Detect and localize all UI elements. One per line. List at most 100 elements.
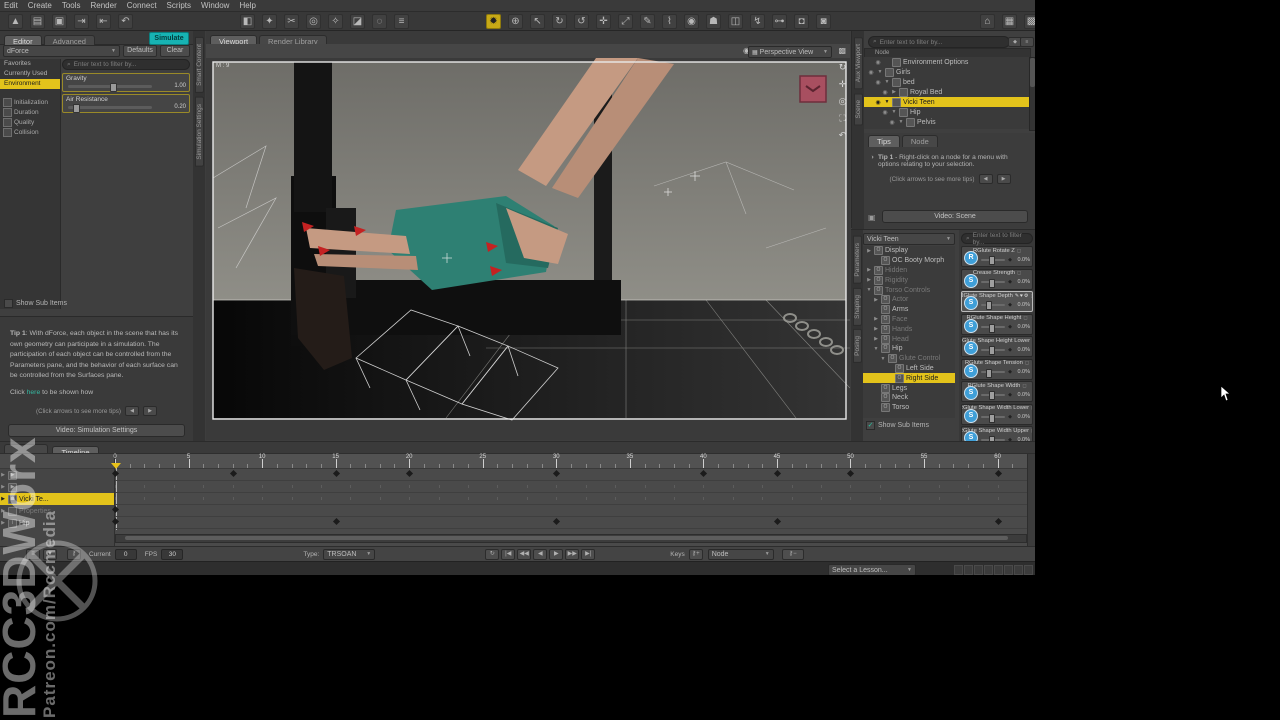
param-group-row[interactable]: O Arms bbox=[863, 305, 955, 315]
sim-subgroup-item[interactable]: Quality bbox=[0, 117, 60, 127]
toolbar-icon[interactable]: ▩ bbox=[1024, 13, 1035, 29]
toolbar-icon[interactable]: ◉ bbox=[684, 13, 699, 29]
key-icon[interactable]: ⚷ bbox=[67, 548, 81, 560]
lock-icon[interactable]: ◻ bbox=[1031, 293, 1033, 299]
keyframe-marker[interactable] bbox=[847, 469, 855, 478]
step-back-icon[interactable]: ◀ bbox=[533, 548, 548, 560]
keyframe-marker[interactable] bbox=[406, 469, 414, 478]
scene-node-row[interactable]: ◉ ▶ Royal Bed bbox=[864, 87, 1031, 97]
keyframe-marker[interactable] bbox=[332, 517, 340, 526]
expand-arrow-icon[interactable]: ▶ bbox=[866, 248, 872, 254]
toolbar-icon[interactable]: ✦ bbox=[262, 13, 277, 29]
menu-item[interactable]: Connect bbox=[127, 1, 157, 10]
toolbar-icon[interactable]: ◎ bbox=[306, 13, 321, 29]
viewport-nav-icon[interactable]: ✛ bbox=[839, 79, 847, 90]
viewport-nav-icon[interactable]: ↶ bbox=[839, 130, 847, 141]
param-group-row[interactable]: ▶ O Hands bbox=[863, 324, 955, 334]
range-dropdown-icon[interactable]: ▼ bbox=[43, 548, 57, 560]
menu-item[interactable]: Scripts bbox=[167, 1, 191, 10]
preset-dropdown[interactable]: dForce ▼ bbox=[3, 45, 120, 57]
param-group-row[interactable]: O Legs bbox=[863, 383, 955, 393]
menu-item[interactable]: Tools bbox=[62, 1, 81, 10]
slider-track[interactable] bbox=[981, 256, 1006, 265]
param-group-row[interactable]: ▶ O Display bbox=[863, 246, 955, 256]
toolbar-icon[interactable]: ▣ bbox=[52, 13, 67, 29]
keyframe-marker[interactable] bbox=[994, 469, 1002, 478]
keyframe-marker[interactable] bbox=[553, 469, 561, 478]
toolbar-icon[interactable]: ↶ bbox=[118, 13, 133, 29]
show-sub-items-toggle[interactable]: Show Sub Items bbox=[4, 299, 67, 308]
fps-field[interactable]: 30 bbox=[161, 548, 184, 560]
expand-arrow-icon[interactable]: ▶ bbox=[866, 267, 872, 273]
slider-handle[interactable] bbox=[109, 83, 117, 92]
expand-arrow-icon[interactable]: ▶ bbox=[873, 316, 879, 322]
slider-handle[interactable] bbox=[985, 301, 992, 310]
scene-node-row[interactable]: ◉ ▼ Girls bbox=[864, 67, 1031, 77]
keyframe-marker[interactable] bbox=[553, 517, 561, 526]
param-group-row[interactable]: ▼ O Glute Control bbox=[863, 354, 955, 364]
visibility-eye-icon[interactable]: ◉ bbox=[874, 59, 882, 66]
params-search-input[interactable]: ⌕ Enter text to filter by... bbox=[961, 232, 1033, 246]
toolbar-icon[interactable]: ◫ bbox=[728, 13, 743, 29]
parameter-slider[interactable]: RGlute Rotate Z ✎♥⚙ ◻ R ◆ 0.0% bbox=[961, 246, 1033, 267]
param-value[interactable]: 0.0% bbox=[1012, 279, 1030, 285]
timeline-menu-icon[interactable]: ≡ bbox=[26, 548, 40, 560]
param-group-row[interactable]: O Right Side bbox=[863, 373, 955, 384]
favorite-heart-icon[interactable]: ♥ bbox=[1020, 293, 1023, 299]
go-to-start-icon[interactable]: |◀ bbox=[501, 548, 516, 560]
param-group-row[interactable]: ▶ O Face bbox=[863, 314, 955, 325]
toolbar-icon[interactable]: ✎ bbox=[640, 13, 655, 29]
menu-item[interactable]: Window bbox=[201, 1, 229, 10]
expand-arrow-icon[interactable]: ▶ bbox=[0, 496, 6, 502]
timeline-track[interactable] bbox=[111, 516, 1027, 529]
visibility-eye-icon[interactable]: ◉ bbox=[881, 89, 889, 96]
dock-side-tab[interactable]: Scene bbox=[853, 93, 863, 126]
lock-icon[interactable]: ◻ bbox=[1017, 270, 1021, 276]
toolbar-icon[interactable]: ◙ bbox=[816, 13, 831, 29]
slider-handle[interactable] bbox=[72, 104, 80, 113]
current-frame-field[interactable]: 0 bbox=[114, 548, 137, 560]
parameter-slider[interactable]: RGlute Shape Width Lower ✎♥⚙ ◻ S ◆ 0.0% bbox=[961, 403, 1033, 425]
param-group-row[interactable]: ▶ O Rigidity bbox=[863, 275, 955, 285]
expand-arrow-icon[interactable]: ▶ bbox=[0, 484, 6, 490]
param-value[interactable]: 0.0% bbox=[1012, 324, 1030, 330]
keyframe-marker[interactable] bbox=[700, 469, 708, 478]
param-group-row[interactable]: ▶ O Hidden bbox=[863, 265, 955, 276]
video-scene-button[interactable]: Video: Scene bbox=[882, 210, 1028, 223]
lesson-dropdown[interactable]: Select a Lesson... ▼ bbox=[828, 564, 916, 575]
expand-arrow-icon[interactable]: ▼ bbox=[884, 79, 890, 85]
toolbar-icon[interactable]: ⇥ bbox=[74, 13, 89, 29]
toolbar-icon[interactable]: ≡ bbox=[394, 13, 409, 29]
slider-track[interactable] bbox=[981, 413, 1006, 423]
expand-arrow-icon[interactable]: ▶ bbox=[0, 472, 6, 478]
expand-arrow-icon[interactable]: ▶ bbox=[0, 520, 6, 526]
keyframe-marker[interactable] bbox=[773, 469, 781, 478]
expand-arrow-icon[interactable]: ▼ bbox=[891, 109, 897, 115]
dock-side-tab[interactable]: Aux Viewport bbox=[853, 37, 863, 90]
expand-arrow-icon[interactable]: ▼ bbox=[880, 356, 886, 362]
toolbar-icon[interactable]: ✂ bbox=[284, 13, 299, 29]
next-tip-button[interactable]: ▶ bbox=[996, 174, 1011, 184]
toolbar-icon[interactable]: ◪ bbox=[350, 13, 365, 29]
timeline-tree-row[interactable]: ▶ Properties bbox=[0, 505, 114, 517]
add-key-icon[interactable]: ⚷+ bbox=[688, 548, 703, 560]
timeline-tree-row[interactable]: ▶ ▶ bbox=[0, 481, 114, 493]
visibility-eye-icon[interactable]: ◉ bbox=[874, 79, 882, 86]
type-dropdown[interactable]: TRSOAN ▼ bbox=[323, 548, 376, 560]
toolbar-icon[interactable]: ⊕ bbox=[508, 13, 523, 29]
toolbar-icon[interactable]: ◌ bbox=[372, 13, 387, 29]
keyframe-marker[interactable] bbox=[994, 517, 1002, 526]
sim-param-slider[interactable]: Air Resistance 0.20 bbox=[62, 94, 190, 113]
toolbar-icon[interactable]: ✹ bbox=[486, 13, 501, 29]
lock-icon[interactable]: ◻ bbox=[1031, 428, 1032, 434]
expand-arrow-icon[interactable]: ▶ bbox=[0, 508, 6, 514]
parameter-slider[interactable]: RGlute Shape Height Lower ✎♥⚙ ◻ S ◆ 0.0% bbox=[961, 336, 1033, 357]
toolbar-icon[interactable]: ↻ bbox=[552, 13, 567, 29]
slider-track[interactable] bbox=[981, 278, 1006, 288]
lock-icon[interactable]: ◻ bbox=[1022, 383, 1026, 389]
visibility-eye-icon[interactable]: ◉ bbox=[874, 99, 882, 106]
tip-tab[interactable]: Node bbox=[901, 135, 938, 147]
slider-track[interactable] bbox=[981, 368, 1006, 378]
menu-item[interactable]: Help bbox=[239, 1, 255, 10]
parameter-slider[interactable]: RGlute Shape Tension ✎♥⚙ ◻ S ◆ 0.0% bbox=[961, 358, 1033, 380]
